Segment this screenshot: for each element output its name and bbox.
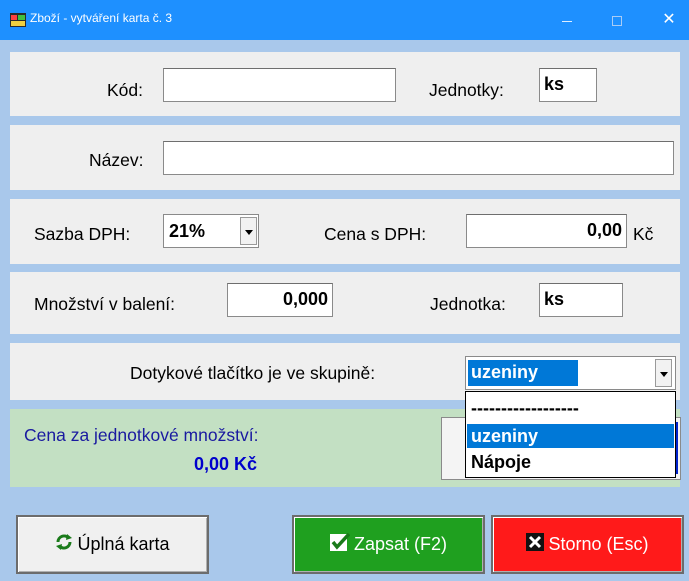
unit-label: Jednotka: <box>430 294 506 314</box>
window-title: Zboží - vytváření karta č. 3 <box>30 11 173 25</box>
dropdown-option[interactable]: ------------------ <box>467 396 674 420</box>
pack-quantity-input[interactable]: 0,000 <box>227 283 333 317</box>
units-input[interactable]: ks <box>539 68 597 102</box>
touch-group-value: uzeniny <box>471 362 539 382</box>
price-with-vat-label: Cena s DPH: <box>324 224 427 244</box>
full-card-label: Úplná karta <box>77 534 170 554</box>
touch-group-label: Dotykové tlačítko je ve skupině: <box>130 363 376 383</box>
name-label: Název: <box>89 150 144 170</box>
unit-input[interactable]: ks <box>539 283 623 317</box>
code-label: Kód: <box>107 80 143 100</box>
unit-price-label: Cena za jednotkové množství: <box>24 425 259 445</box>
save-label: Zapsat (F2) <box>353 534 448 554</box>
name-input[interactable] <box>163 141 674 175</box>
refresh-icon <box>55 533 73 556</box>
close-icon[interactable]: ✕ <box>646 0 689 40</box>
dropdown-option[interactable]: Nápoje <box>467 450 674 474</box>
vat-rate-value: 21% <box>169 221 206 241</box>
pack-quantity-label: Množství v balení: <box>34 294 176 314</box>
checkmark-icon <box>329 532 351 556</box>
currency-label: Kč <box>633 224 654 244</box>
cancel-x-icon <box>526 533 545 556</box>
cancel-button[interactable]: Storno (Esc) <box>491 515 684 574</box>
vat-rate-select[interactable]: 21% <box>163 214 259 248</box>
full-card-button[interactable]: Úplná karta <box>16 515 209 574</box>
price-with-vat-input[interactable]: 0,00 <box>466 214 627 248</box>
unit-price-value: 0,00 Kč <box>194 454 258 474</box>
touch-group-select[interactable]: uzeniny <box>465 356 676 390</box>
chevron-down-icon[interactable] <box>655 359 672 387</box>
maximize-icon[interactable] <box>594 0 640 40</box>
app-icon <box>10 13 26 27</box>
touch-group-dropdown[interactable]: ------------------ uzeniny Nápoje <box>465 391 676 478</box>
chevron-down-icon[interactable] <box>240 217 257 245</box>
dropdown-option-selected[interactable]: uzeniny <box>467 424 674 448</box>
title-bar[interactable]: Zboží - vytváření karta č. 3 ✕ <box>0 0 689 40</box>
units-label: Jednotky: <box>429 80 504 100</box>
vat-rate-label: Sazba DPH: <box>34 224 131 244</box>
minimize-icon[interactable] <box>544 0 590 40</box>
save-button[interactable]: Zapsat (F2) <box>292 515 485 574</box>
code-input[interactable] <box>163 68 396 102</box>
cancel-label: Storno (Esc) <box>548 534 649 554</box>
